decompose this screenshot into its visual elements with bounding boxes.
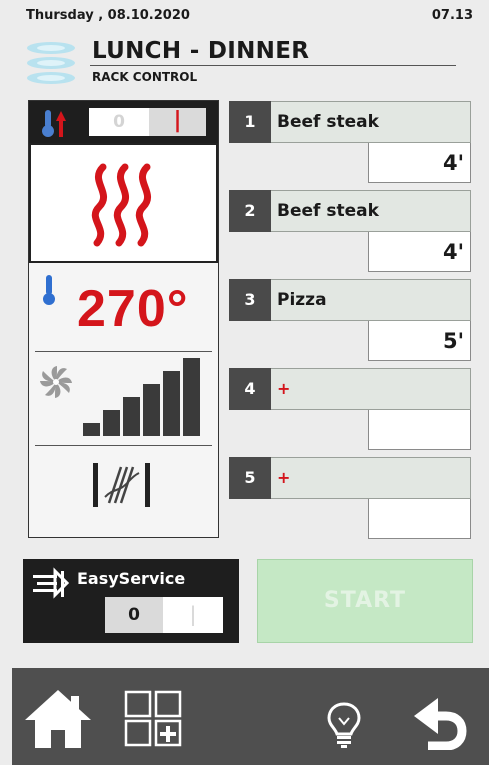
rack-number: 1 [229,101,271,143]
rack-program-name[interactable]: Pizza [271,279,471,321]
steam-valve-icon[interactable] [89,457,155,513]
rack-time[interactable]: 4' [368,232,471,272]
status-time: 07.13 [431,8,473,23]
header-divider [90,65,456,66]
status-date: Thursday , 08.10.2020 [26,8,190,23]
light-bulb-icon[interactable] [326,700,362,748]
easy-service-panel: EasyService 0 | [23,559,239,643]
heat-mode-button[interactable] [29,143,218,263]
rack-time[interactable]: 4' [368,143,471,183]
preheat-toggle-off[interactable]: 0 [89,108,149,136]
fan-speed-bar[interactable] [103,410,120,436]
rack-time[interactable]: 5' [368,321,471,361]
bottom-navigation [12,668,489,765]
fan-speed-bar[interactable] [183,358,200,436]
preheat-toggle[interactable]: 0 | [89,108,206,136]
preheat-toggle-on[interactable]: | [149,108,206,136]
start-button[interactable]: START [257,559,473,643]
rack-program-name[interactable]: Beef steak [271,190,471,232]
stacked-plates-icon [24,40,78,86]
fan-icon [37,363,75,401]
rack-number: 2 [229,190,271,232]
panel-divider [35,445,212,446]
home-icon[interactable] [23,688,93,750]
temperature-value[interactable]: 270° [77,279,189,339]
fan-speed-bar[interactable] [143,384,160,436]
rack-number: 5 [229,457,271,499]
rack-time[interactable] [368,410,471,450]
rack-time[interactable] [368,499,471,539]
rack-add-program-button[interactable]: + [271,457,471,499]
back-arrow-icon[interactable] [410,694,468,751]
easy-service-toggle-off[interactable]: 0 [105,597,163,633]
thermometer-up-icon [37,107,77,139]
preheat-mode-row: 0 | [29,101,218,143]
easy-service-icon [31,567,70,601]
status-bar: Thursday , 08.10.2020 07.13 [0,0,489,30]
page-subtitle: RACK CONTROL [92,70,198,84]
easy-service-label: EasyService [77,569,186,588]
fan-speed-selector[interactable] [83,356,203,436]
fan-speed-bar[interactable] [163,371,180,436]
rack-program-name[interactable]: Beef steak [271,101,471,143]
cooking-parameters-panel: 0 | 270° [28,100,219,538]
rack-2[interactable]: 2 Beef steak 4' [229,190,471,272]
heat-waves-icon [85,163,165,247]
thermometer-icon [39,273,59,307]
page-title: LUNCH - DINNER [92,38,310,64]
programs-grid-icon[interactable] [124,690,184,748]
rack-1[interactable]: 1 Beef steak 4' [229,101,471,183]
easy-service-toggle-on[interactable]: | [163,597,223,633]
rack-5[interactable]: 5 + [229,457,471,539]
rack-number: 3 [229,279,271,321]
fan-speed-bar[interactable] [83,423,100,436]
rack-4[interactable]: 4 + [229,368,471,450]
easy-service-toggle[interactable]: 0 | [105,597,223,633]
panel-divider [35,351,212,352]
rack-add-program-button[interactable]: + [271,368,471,410]
rack-number: 4 [229,368,271,410]
rack-3[interactable]: 3 Pizza 5' [229,279,471,361]
fan-speed-bar[interactable] [123,397,140,436]
